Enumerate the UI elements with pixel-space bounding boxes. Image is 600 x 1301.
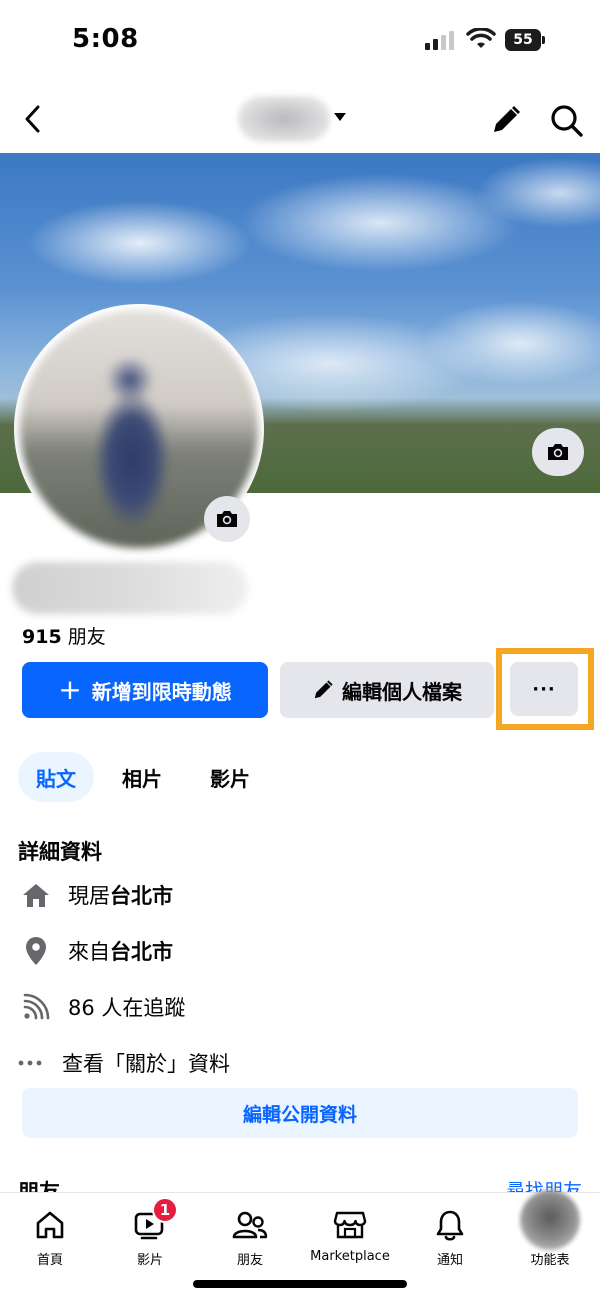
tabbar-video-label: 影片 [136,1253,163,1268]
more-options-button[interactable]: ··· [510,662,578,716]
bell-icon [436,1210,464,1241]
tabbar-marketplace[interactable]: Marketplace [300,1205,400,1264]
add-to-story-label: 新增到限時動態 [91,679,232,704]
header [0,88,600,150]
edit-public-details-button[interactable]: 編輯公開資料 [22,1088,578,1138]
followers-text: 86 人在追蹤 [68,996,186,1020]
plus-icon: + [58,673,82,706]
pencil-icon [314,680,333,699]
friends-section-title: 朋友 [18,1180,60,1192]
from-prefix: 來自 [68,940,110,964]
pencil-icon[interactable] [490,104,522,136]
friends-count[interactable]: 915 朋友 [22,622,106,649]
more-dots-icon [18,1060,42,1066]
home-indicator [193,1280,407,1288]
tabbar-menu-label: 功能表 [530,1253,570,1268]
detail-residence: 現居 台北市 [18,878,173,912]
friends-count-label: 朋友 [67,626,106,648]
home-icon [23,884,49,907]
cover-camera-button[interactable] [532,428,584,476]
tabbar-marketplace-label: Marketplace [310,1249,390,1264]
video-badge: 1 [152,1197,178,1223]
friends-count-number: 915 [22,626,62,648]
edit-profile-button[interactable]: 編輯個人檔案 [280,662,494,718]
tabbar-video[interactable]: 1 影片 [100,1197,200,1268]
profile-name-blurred [12,562,248,614]
caret-down-icon[interactable] [333,112,347,122]
detail-followers[interactable]: 86 人在追蹤 [18,990,185,1024]
more-dots-icon: ··· [532,678,556,700]
location-pin-icon [26,937,46,965]
tabbar-menu[interactable]: 功能表 [500,1190,600,1268]
status-time: 5:08 [72,24,139,54]
details-title: 詳細資料 [18,840,102,864]
residence-city: 台北市 [110,884,173,908]
tabbar-notifications-label: 通知 [436,1253,463,1268]
tabbar-notifications[interactable]: 通知 [400,1205,500,1268]
menu-avatar [520,1190,580,1250]
tabbar-friends[interactable]: 朋友 [200,1205,300,1268]
profile-name-header-blurred[interactable] [238,96,330,142]
residence-prefix: 現居 [68,884,110,908]
edit-profile-label: 編輯個人檔案 [342,679,462,704]
camera-icon [217,511,237,527]
home-icon [36,1211,64,1239]
detail-hometown: 來自 台北市 [18,934,173,968]
battery-level: 55 [505,29,541,51]
wifi-icon [466,28,496,48]
tab-posts[interactable]: 貼文 [18,752,94,802]
battery-icon: 55 [505,29,545,51]
add-to-story-button[interactable]: + 新增到限時動態 [22,662,268,718]
rss-followers-icon [23,993,50,1020]
detail-about[interactable]: 查看「關於」資料 [18,1046,230,1080]
friends-icon [232,1211,268,1239]
tabbar-home[interactable]: 首頁 [0,1205,100,1268]
tab-photos[interactable]: 相片 [112,752,172,802]
tabbar-friends-label: 朋友 [236,1253,263,1268]
camera-icon [548,444,568,460]
tab-videos[interactable]: 影片 [200,752,260,802]
from-city: 台北市 [110,940,173,964]
tabbar-home-label: 首頁 [36,1253,63,1268]
avatar-camera-button[interactable] [204,496,250,542]
back-icon[interactable] [18,102,48,136]
signal-icon [425,31,454,50]
search-icon[interactable] [548,102,584,138]
about-text: 查看「關於」資料 [62,1052,230,1076]
marketplace-icon [333,1211,367,1239]
status-bar: 5:08 55 [0,0,600,80]
